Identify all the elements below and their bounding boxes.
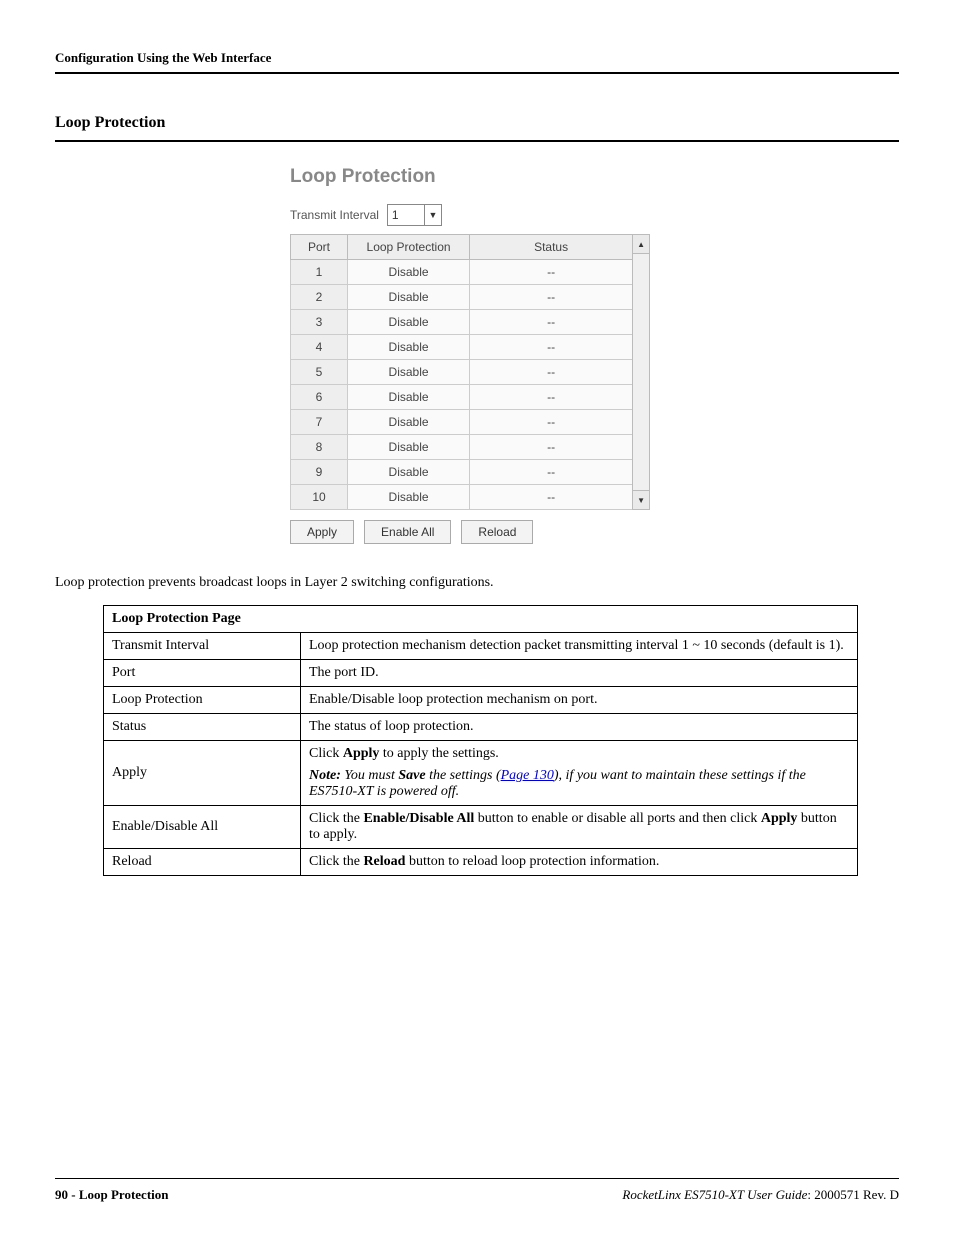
cell-loop: Disable — [348, 360, 470, 385]
table-row[interactable]: 7Disable-- — [291, 410, 633, 435]
cell-status: -- — [470, 410, 633, 435]
cell-loop: Disable — [348, 335, 470, 360]
intro-text: Loop protection prevents broadcast loops… — [55, 574, 899, 593]
ui-screenshot-panel: Loop Protection Transmit Interval 1 ▼ Po… — [290, 166, 899, 544]
text-bold-italic: Save — [398, 768, 425, 783]
table-row[interactable]: 4Disable-- — [291, 335, 633, 360]
vertical-scrollbar[interactable]: ▲ ▼ — [632, 234, 650, 510]
cell-port: 4 — [291, 335, 348, 360]
cell-loop: Disable — [348, 485, 470, 510]
cell-port: 2 — [291, 285, 348, 310]
cell-port: 10 — [291, 485, 348, 510]
cell-port: 5 — [291, 360, 348, 385]
cell-status: -- — [470, 485, 633, 510]
chevron-down-icon: ▼ — [424, 205, 441, 225]
cell-loop: Disable — [348, 310, 470, 335]
text-italic: You must — [341, 768, 398, 783]
doc-row-desc: Loop protection mechanism detection pack… — [301, 632, 858, 659]
scroll-down-icon[interactable]: ▼ — [633, 490, 649, 509]
footer-guide-name: RocketLinx ES7510-XT User Guide — [622, 1187, 807, 1202]
cell-port: 7 — [291, 410, 348, 435]
table-row[interactable]: 6Disable-- — [291, 385, 633, 410]
col-port[interactable]: Port — [291, 235, 348, 260]
cell-port: 9 — [291, 460, 348, 485]
doc-row-desc: The port ID. — [301, 659, 858, 686]
footer-rev: : 2000571 Rev. D — [807, 1187, 899, 1202]
page-footer: 90 - Loop Protection RocketLinx ES7510-X… — [55, 1178, 899, 1203]
cell-port: 1 — [291, 260, 348, 285]
footer-right: RocketLinx ES7510-XT User Guide: 2000571… — [622, 1187, 899, 1203]
cell-loop: Disable — [348, 285, 470, 310]
cell-status: -- — [470, 310, 633, 335]
table-row[interactable]: 9Disable-- — [291, 460, 633, 485]
text-bold: Enable/Disable All — [363, 811, 474, 826]
table-row[interactable]: 3Disable-- — [291, 310, 633, 335]
doc-row-label: Transmit Interval — [104, 632, 301, 659]
reload-button[interactable]: Reload — [461, 520, 533, 544]
text-bold: Apply — [761, 811, 798, 826]
loop-protection-table: Port Loop Protection Status 1Disable-- 2… — [290, 234, 633, 510]
cell-port: 3 — [291, 310, 348, 335]
documentation-table: Loop Protection Page Transmit Interval L… — [103, 605, 858, 876]
cell-status: -- — [470, 335, 633, 360]
apply-button[interactable]: Apply — [290, 520, 354, 544]
text: Click the — [309, 811, 363, 826]
col-status[interactable]: Status — [470, 235, 633, 260]
text-bold: Reload — [363, 854, 405, 869]
transmit-interval-value: 1 — [388, 208, 424, 222]
cell-port: 6 — [291, 385, 348, 410]
breadcrumb: Configuration Using the Web Interface — [55, 50, 899, 74]
cell-loop: Disable — [348, 260, 470, 285]
section-title: Loop Protection — [55, 114, 899, 142]
doc-row-desc: Click the Reload button to reload loop p… — [301, 848, 858, 875]
doc-row-desc: Click Apply to apply the settings. Note:… — [301, 740, 858, 805]
scroll-up-icon[interactable]: ▲ — [633, 235, 649, 254]
cell-status: -- — [470, 435, 633, 460]
page-link[interactable]: Page 130 — [501, 768, 554, 783]
scroll-track[interactable] — [633, 254, 649, 490]
text-bold: Apply — [343, 746, 380, 761]
cell-loop: Disable — [348, 435, 470, 460]
transmit-interval-label: Transmit Interval — [290, 208, 379, 222]
table-row[interactable]: 1Disable-- — [291, 260, 633, 285]
note-label: Note: — [309, 768, 341, 783]
cell-status: -- — [470, 385, 633, 410]
text-italic: the settings ( — [426, 768, 501, 783]
cell-status: -- — [470, 260, 633, 285]
table-row[interactable]: 5Disable-- — [291, 360, 633, 385]
text: button to enable or disable all ports an… — [474, 811, 761, 826]
doc-row-label: Reload — [104, 848, 301, 875]
cell-loop: Disable — [348, 410, 470, 435]
doc-row-desc: Enable/Disable loop protection mechanism… — [301, 686, 858, 713]
table-row[interactable]: 10Disable-- — [291, 485, 633, 510]
cell-port: 8 — [291, 435, 348, 460]
cell-loop: Disable — [348, 385, 470, 410]
doc-row-desc: The status of loop protection. — [301, 713, 858, 740]
cell-status: -- — [470, 285, 633, 310]
doc-row-label: Enable/Disable All — [104, 805, 301, 848]
doc-row-label: Apply — [104, 740, 301, 805]
doc-row-label: Loop Protection — [104, 686, 301, 713]
cell-status: -- — [470, 460, 633, 485]
text: to apply the settings. — [379, 746, 498, 761]
text: Click the — [309, 854, 363, 869]
transmit-interval-dropdown[interactable]: 1 ▼ — [387, 204, 442, 226]
footer-left: 90 - Loop Protection — [55, 1187, 169, 1203]
text: button to reload loop protection informa… — [405, 854, 659, 869]
table-row[interactable]: 2Disable-- — [291, 285, 633, 310]
doc-table-head: Loop Protection Page — [104, 605, 858, 632]
text: Click — [309, 746, 343, 761]
doc-row-label: Status — [104, 713, 301, 740]
table-row[interactable]: 8Disable-- — [291, 435, 633, 460]
col-loop-protection[interactable]: Loop Protection — [348, 235, 470, 260]
cell-loop: Disable — [348, 460, 470, 485]
enable-all-button[interactable]: Enable All — [364, 520, 451, 544]
ui-panel-title: Loop Protection — [290, 166, 899, 188]
cell-status: -- — [470, 360, 633, 385]
doc-row-label: Port — [104, 659, 301, 686]
doc-row-desc: Click the Enable/Disable All button to e… — [301, 805, 858, 848]
